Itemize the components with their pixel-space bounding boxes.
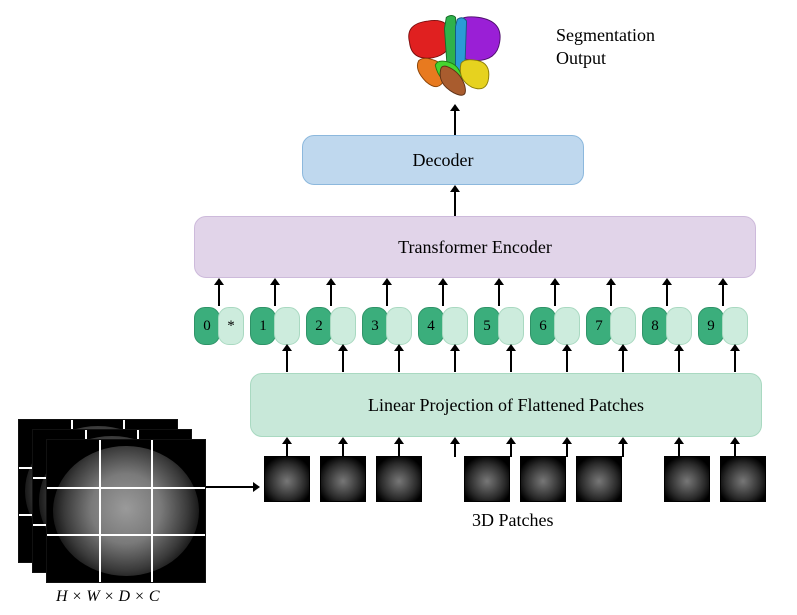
arrow-linproj-to-token1 bbox=[286, 350, 288, 372]
arrow-token6-to-encoder bbox=[554, 284, 556, 306]
arrow-patch1-to-linproj bbox=[286, 443, 288, 457]
arrow-linproj-to-token6 bbox=[566, 350, 568, 372]
arrow-token9-to-encoder bbox=[722, 284, 724, 306]
arrow-patch3-to-linproj bbox=[398, 443, 400, 457]
patch-embed-1 bbox=[274, 307, 300, 345]
patches-label: 3D Patches bbox=[472, 510, 553, 531]
arrow-encoder-to-decoder bbox=[454, 191, 456, 216]
arrow-token3-to-encoder bbox=[386, 284, 388, 306]
arrow-patch9-to-linproj bbox=[734, 443, 736, 457]
arrow-linproj-to-token5 bbox=[510, 350, 512, 372]
arrow-token1-to-encoder bbox=[274, 284, 276, 306]
arrow-linproj-to-token4 bbox=[454, 350, 456, 372]
pos-embed-2: 2 bbox=[306, 307, 332, 345]
arrow-linproj-to-token8 bbox=[678, 350, 680, 372]
diagram-root: SegmentationOutput Decoder Transformer E… bbox=[0, 0, 797, 615]
encoder-label: Transformer Encoder bbox=[398, 237, 552, 258]
input-dims-label: H × W × D × C bbox=[56, 588, 160, 606]
pos-embed-1: 1 bbox=[250, 307, 276, 345]
transformer-encoder-block: Transformer Encoder bbox=[194, 216, 756, 278]
arrow-patch5-to-linproj bbox=[510, 443, 512, 457]
arrow-patch4-to-linproj bbox=[454, 443, 456, 457]
segmentation-output-label: SegmentationOutput bbox=[556, 24, 696, 69]
arrow-volume-to-patches bbox=[206, 486, 254, 488]
patch-embed-3 bbox=[386, 307, 412, 345]
patch-thumb-3 bbox=[376, 456, 422, 502]
patch-embed-5 bbox=[498, 307, 524, 345]
patch-embed-9 bbox=[722, 307, 748, 345]
arrow-token4-to-encoder bbox=[442, 284, 444, 306]
arrow-linproj-to-token3 bbox=[398, 350, 400, 372]
arrow-linproj-to-token2 bbox=[342, 350, 344, 372]
arrow-token8-to-encoder bbox=[666, 284, 668, 306]
pos-embed-8: 8 bbox=[642, 307, 668, 345]
input-volume bbox=[18, 419, 208, 579]
patch-embed-4 bbox=[442, 307, 468, 345]
arrow-patch2-to-linproj bbox=[342, 443, 344, 457]
pos-embed-6: 6 bbox=[530, 307, 556, 345]
arrow-patch6-to-linproj bbox=[566, 443, 568, 457]
arrow-linproj-to-token9 bbox=[734, 350, 736, 372]
patch-embed-2 bbox=[330, 307, 356, 345]
pos-embed-0: 0 bbox=[194, 307, 220, 345]
patch-thumb-6 bbox=[576, 456, 622, 502]
patch-thumb-1 bbox=[264, 456, 310, 502]
pos-embed-9: 9 bbox=[698, 307, 724, 345]
extra-token: * bbox=[218, 307, 244, 345]
pos-embed-7: 7 bbox=[586, 307, 612, 345]
arrow-token2-to-encoder bbox=[330, 284, 332, 306]
decoder-label: Decoder bbox=[413, 150, 474, 171]
patch-thumb-4 bbox=[464, 456, 510, 502]
pos-embed-4: 4 bbox=[418, 307, 444, 345]
arrow-linproj-to-token7 bbox=[622, 350, 624, 372]
arrow-decoder-to-output bbox=[454, 110, 456, 135]
pos-embed-3: 3 bbox=[362, 307, 388, 345]
arrow-token7-to-encoder bbox=[610, 284, 612, 306]
patch-thumb-7 bbox=[664, 456, 710, 502]
linear-projection-block: Linear Projection of Flattened Patches bbox=[250, 373, 762, 437]
patch-thumb-8 bbox=[720, 456, 766, 502]
arrow-patch7-to-linproj bbox=[622, 443, 624, 457]
arrow-patch8-to-linproj bbox=[678, 443, 680, 457]
patch-thumb-5 bbox=[520, 456, 566, 502]
arrow-token5-to-encoder bbox=[498, 284, 500, 306]
patch-thumb-2 bbox=[320, 456, 366, 502]
decoder-block: Decoder bbox=[302, 135, 584, 185]
segmentation-output-glyph bbox=[398, 10, 513, 102]
patch-embed-7 bbox=[610, 307, 636, 345]
patch-embed-8 bbox=[666, 307, 692, 345]
patch-embed-6 bbox=[554, 307, 580, 345]
linproj-label: Linear Projection of Flattened Patches bbox=[368, 395, 644, 416]
pos-embed-5: 5 bbox=[474, 307, 500, 345]
arrow-token0-to-encoder bbox=[218, 284, 220, 306]
